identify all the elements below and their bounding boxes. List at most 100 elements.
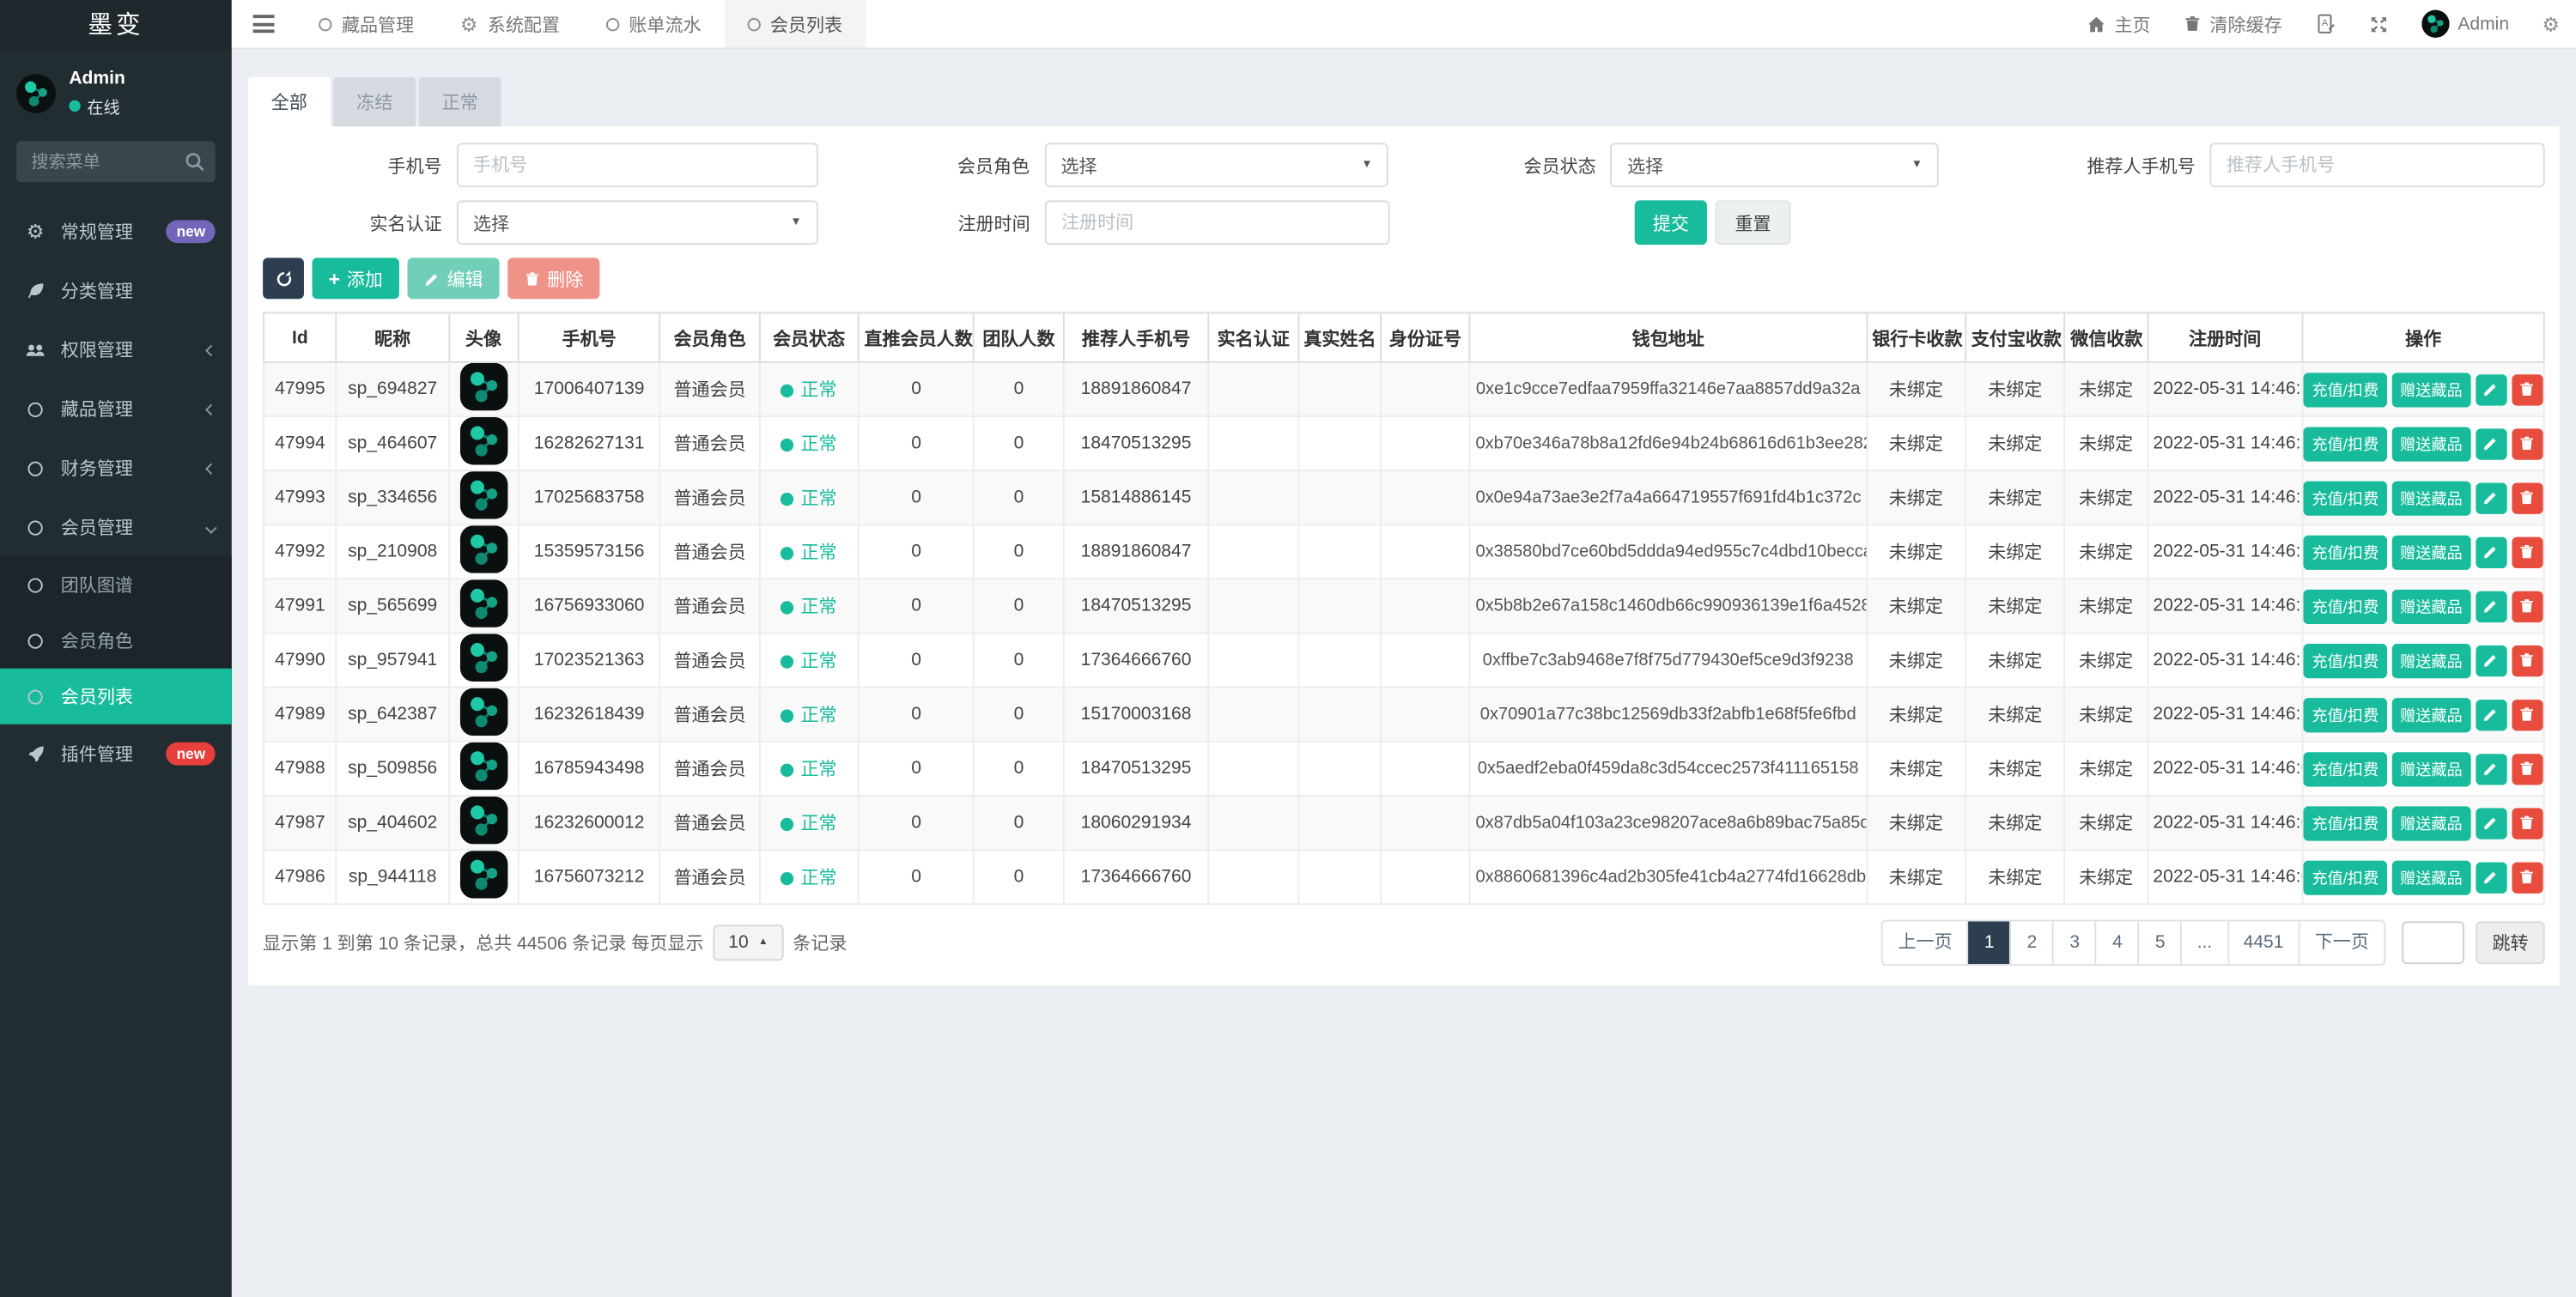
row-delete-button[interactable] xyxy=(2512,482,2543,513)
navbar-tab-member-list[interactable]: 会员列表 xyxy=(724,0,866,48)
edit-button[interactable]: 编辑 xyxy=(407,258,500,300)
referrer-phone-input[interactable] xyxy=(2209,142,2545,188)
page-jump-button[interactable]: 跳转 xyxy=(2476,921,2545,965)
cell-nickname: sp_464607 xyxy=(335,415,450,472)
recharge-deduct-button[interactable]: 充值/扣费 xyxy=(2304,751,2387,786)
row-delete-button[interactable] xyxy=(2512,373,2543,405)
row-edit-button[interactable] xyxy=(2476,753,2507,785)
page-item[interactable]: 5 xyxy=(2139,921,2183,965)
row-delete-button[interactable] xyxy=(2512,590,2543,622)
recharge-deduct-button[interactable]: 充值/扣费 xyxy=(2304,372,2387,407)
delete-button[interactable]: 删除 xyxy=(507,258,600,300)
row-edit-button[interactable] xyxy=(2476,482,2507,513)
sidebar-item-category[interactable]: 分类管理 xyxy=(0,261,232,320)
sidebar-item-team-graph[interactable]: 团队图谱 xyxy=(0,557,232,613)
clear-cache-link[interactable]: 清除缓存 xyxy=(2167,0,2299,47)
gift-collection-button[interactable]: 赠送藏品 xyxy=(2391,480,2471,515)
gift-collection-button[interactable]: 赠送藏品 xyxy=(2391,697,2471,732)
gears-icon: ⚙ xyxy=(26,220,45,244)
gift-collection-button[interactable]: 赠送藏品 xyxy=(2391,643,2471,678)
row-edit-button[interactable] xyxy=(2476,427,2507,459)
sidebar-item-finance[interactable]: 财务管理 xyxy=(0,439,232,498)
sidebar-item-member-list[interactable]: 会员列表 xyxy=(0,668,232,724)
row-edit-button[interactable] xyxy=(2476,807,2507,839)
log-doc-button[interactable]: A xyxy=(2299,0,2353,47)
row-edit-button[interactable] xyxy=(2476,644,2507,676)
member-status-select[interactable]: 选择 ▼ xyxy=(1610,142,1940,188)
tab-frozen[interactable]: 冻结 xyxy=(333,76,416,127)
page-item-active[interactable]: 1 xyxy=(1968,921,2012,965)
submit-button[interactable]: 提交 xyxy=(1634,200,1707,245)
refresh-button[interactable] xyxy=(263,258,304,300)
row-delete-button[interactable] xyxy=(2512,807,2543,839)
row-delete-button[interactable] xyxy=(2512,753,2543,785)
page-jump-input[interactable] xyxy=(2402,921,2464,965)
row-delete-button[interactable] xyxy=(2512,699,2543,730)
fullscreen-button[interactable] xyxy=(2353,0,2405,47)
member-role-select[interactable]: 选择 ▼ xyxy=(1044,142,1389,188)
row-delete-button[interactable] xyxy=(2512,861,2543,893)
recharge-deduct-button[interactable]: 充值/扣费 xyxy=(2304,859,2387,894)
recharge-deduct-button[interactable]: 充值/扣费 xyxy=(2304,805,2387,840)
gift-collection-button[interactable]: 赠送藏品 xyxy=(2391,372,2471,407)
trash-icon xyxy=(2521,490,2534,505)
gift-collection-button[interactable]: 赠送藏品 xyxy=(2391,534,2471,569)
cell-role: 普通会员 xyxy=(659,578,761,634)
recharge-deduct-button[interactable]: 充值/扣费 xyxy=(2304,426,2387,461)
row-delete-button[interactable] xyxy=(2512,536,2543,568)
realname-auth-select[interactable]: 选择 ▼ xyxy=(456,200,818,245)
page-item[interactable]: 3 xyxy=(2054,921,2098,965)
tab-all[interactable]: 全部 xyxy=(247,76,331,127)
column-header: 手机号 xyxy=(517,312,661,363)
sidebar-item-collection[interactable]: 藏品管理 xyxy=(0,379,232,439)
page-item[interactable]: 下一页 xyxy=(2300,921,2385,965)
status-badge: 正常 xyxy=(800,543,837,564)
recharge-deduct-button[interactable]: 充值/扣费 xyxy=(2304,588,2387,624)
cell-phone: 16232618439 xyxy=(517,686,661,742)
cell-realname-auth xyxy=(1207,795,1299,852)
sidebar-item-member-role[interactable]: 会员角色 xyxy=(0,613,232,669)
home-link[interactable]: 主页 xyxy=(2070,0,2167,47)
page-item[interactable]: 2 xyxy=(2011,921,2055,965)
add-button[interactable]: + 添加 xyxy=(312,258,399,300)
status-badge: 正常 xyxy=(800,706,837,726)
gift-collection-button[interactable]: 赠送藏品 xyxy=(2391,426,2471,461)
recharge-deduct-button[interactable]: 充值/扣费 xyxy=(2304,643,2387,678)
row-edit-button[interactable] xyxy=(2476,699,2507,730)
gift-collection-button[interactable]: 赠送藏品 xyxy=(2391,805,2471,840)
row-edit-button[interactable] xyxy=(2476,536,2507,568)
row-delete-button[interactable] xyxy=(2512,427,2543,459)
row-edit-button[interactable] xyxy=(2476,373,2507,405)
recharge-deduct-button[interactable]: 充值/扣费 xyxy=(2304,534,2387,569)
sidebar-item-general[interactable]: ⚙ 常规管理 new xyxy=(0,202,232,261)
sidebar-item-member[interactable]: 会员管理 xyxy=(0,498,232,557)
pencil-icon xyxy=(2484,492,2497,505)
gift-collection-button[interactable]: 赠送藏品 xyxy=(2391,588,2471,624)
cell-realname xyxy=(1297,795,1382,852)
search-icon[interactable] xyxy=(184,151,205,178)
user-menu[interactable]: Admin xyxy=(2405,0,2525,47)
sidebar-toggle-button[interactable] xyxy=(232,0,296,47)
page-item[interactable]: 4 xyxy=(2097,921,2140,965)
page-item[interactable]: 上一页 xyxy=(1883,921,1969,965)
recharge-deduct-button[interactable]: 充值/扣费 xyxy=(2304,480,2387,515)
navbar-tab-collection[interactable]: 藏品管理 xyxy=(295,0,437,47)
settings-button[interactable]: ⚙ xyxy=(2525,0,2576,47)
gift-collection-button[interactable]: 赠送藏品 xyxy=(2391,859,2471,894)
phone-input[interactable] xyxy=(456,142,818,188)
register-time-input[interactable] xyxy=(1044,200,1390,245)
cell-status: 正常 xyxy=(758,578,860,634)
sidebar-item-plugin[interactable]: 插件管理 new xyxy=(0,724,232,784)
gift-collection-button[interactable]: 赠送藏品 xyxy=(2391,751,2471,786)
row-delete-button[interactable] xyxy=(2512,644,2543,676)
page-size-select[interactable]: 10 ▲ xyxy=(714,924,783,961)
tab-normal[interactable]: 正常 xyxy=(418,76,501,127)
page-item[interactable]: 4451 xyxy=(2228,921,2300,965)
reset-button[interactable]: 重置 xyxy=(1715,200,1791,245)
row-edit-button[interactable] xyxy=(2476,590,2507,622)
sidebar-item-permission[interactable]: 权限管理 xyxy=(0,320,232,379)
navbar-tab-bill-flow[interactable]: 账单流水 xyxy=(583,0,725,47)
row-edit-button[interactable] xyxy=(2476,861,2507,893)
recharge-deduct-button[interactable]: 充值/扣费 xyxy=(2304,697,2387,732)
navbar-tab-system-config[interactable]: ⚙ 系统配置 xyxy=(437,0,583,47)
